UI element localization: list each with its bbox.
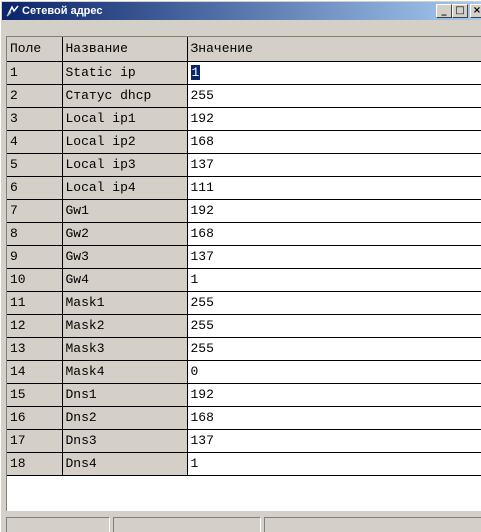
table-row[interactable]: 10 Gw4 1 <box>7 268 481 292</box>
table-row[interactable]: 1 Static ip 1 <box>7 61 481 85</box>
row-value-cell[interactable]: 0 <box>187 360 481 384</box>
row-value-cell[interactable]: 137 <box>187 245 481 269</box>
row-field-number: 10 <box>7 268 63 292</box>
row-value-cell[interactable]: 1 <box>187 452 481 476</box>
row-name: Mask1 <box>62 291 188 315</box>
row-field-number: 9 <box>7 245 63 269</box>
row-value-cell[interactable]: 111 <box>187 176 481 200</box>
row-field-number: 13 <box>7 337 63 361</box>
row-name: Gw3 <box>62 245 188 269</box>
row-field-number: 18 <box>7 452 63 476</box>
table-row[interactable]: 8 Gw2 168 <box>7 222 481 246</box>
close-icon: × <box>472 5 481 16</box>
table-row[interactable]: 2 Статус dhcp 255 <box>7 84 481 108</box>
row-name: Gw1 <box>62 199 188 223</box>
row-field-number: 15 <box>7 383 63 407</box>
table-row[interactable]: 9 Gw3 137 <box>7 245 481 269</box>
row-value-cell[interactable]: 168 <box>187 130 481 154</box>
maximize-button[interactable]: □ <box>452 4 468 18</box>
table-row[interactable]: 13 Mask3 255 <box>7 337 481 361</box>
row-name: Dns3 <box>62 429 188 453</box>
row-field-number: 2 <box>7 84 63 108</box>
table-row[interactable]: 3 Local ip1 192 <box>7 107 481 131</box>
table-row[interactable]: 12 Mask2 255 <box>7 314 481 338</box>
selected-value[interactable]: 1 <box>190 64 201 80</box>
row-name: Local ip3 <box>62 153 188 177</box>
row-field-number: 7 <box>7 199 63 223</box>
row-name: Local ip2 <box>62 130 188 154</box>
row-field-number: 17 <box>7 429 63 453</box>
table-row[interactable]: 14 Mask4 0 <box>7 360 481 384</box>
maximize-icon: □ <box>455 5 465 16</box>
app-icon <box>6 5 19 17</box>
row-field-number: 16 <box>7 406 63 430</box>
table-row[interactable]: 6 Local ip4 111 <box>7 176 481 200</box>
row-name: Dns1 <box>62 383 188 407</box>
table-row[interactable]: 5 Local ip3 137 <box>7 153 481 177</box>
table-row[interactable]: 7 Gw1 192 <box>7 199 481 223</box>
row-value-cell[interactable]: 192 <box>187 199 481 223</box>
status-panel-2 <box>113 517 261 532</box>
row-name: Mask2 <box>62 314 188 338</box>
row-value-cell[interactable]: 1 <box>187 61 481 85</box>
row-field-number: 12 <box>7 314 63 338</box>
row-value-cell[interactable]: 192 <box>187 383 481 407</box>
row-name: Gw4 <box>62 268 188 292</box>
header-name[interactable]: Название <box>62 37 188 62</box>
row-field-number: 3 <box>7 107 63 131</box>
header-value[interactable]: Значение <box>187 37 481 62</box>
row-value-cell[interactable]: 1 <box>187 268 481 292</box>
row-name: Статус dhcp <box>62 84 188 108</box>
row-field-number: 11 <box>7 291 63 315</box>
close-button[interactable]: × <box>470 4 481 18</box>
table-row[interactable]: 11 Mask1 255 <box>7 291 481 315</box>
table-row[interactable]: 15 Dns1 192 <box>7 383 481 407</box>
row-field-number: 6 <box>7 176 63 200</box>
status-panel-1 <box>6 517 110 532</box>
network-address-window: Сетевой адрес _ □ × Поле Название Значен… <box>0 0 481 532</box>
window-title: Сетевой адрес <box>22 5 103 17</box>
row-value-cell[interactable]: 168 <box>187 222 481 246</box>
minimize-button[interactable]: _ <box>436 4 452 18</box>
row-value-cell[interactable]: 255 <box>187 314 481 338</box>
row-field-number: 5 <box>7 153 63 177</box>
row-name: Mask3 <box>62 337 188 361</box>
row-name: Dns4 <box>62 452 188 476</box>
row-value-cell[interactable]: 137 <box>187 153 481 177</box>
header-field[interactable]: Поле <box>7 37 63 62</box>
row-name: Mask4 <box>62 360 188 384</box>
row-value-cell[interactable]: 137 <box>187 429 481 453</box>
row-name: Dns2 <box>62 406 188 430</box>
row-field-number: 4 <box>7 130 63 154</box>
title-bar[interactable]: Сетевой адрес _ □ × <box>2 2 481 20</box>
row-name: Local ip1 <box>62 107 188 131</box>
row-name: Local ip4 <box>62 176 188 200</box>
row-value-cell[interactable]: 192 <box>187 107 481 131</box>
table-row[interactable]: 4 Local ip2 168 <box>7 130 481 154</box>
table-row[interactable]: 17 Dns3 137 <box>7 429 481 453</box>
row-field-number: 8 <box>7 222 63 246</box>
row-field-number: 14 <box>7 360 63 384</box>
row-field-number: 1 <box>7 61 63 85</box>
row-value-cell[interactable]: 168 <box>187 406 481 430</box>
row-value-cell[interactable]: 255 <box>187 291 481 315</box>
status-bar <box>1 517 481 532</box>
row-value-cell[interactable]: 255 <box>187 337 481 361</box>
status-panel-3 <box>264 517 481 532</box>
grid-header-row: Поле Название Значение <box>7 37 481 62</box>
row-value-cell[interactable]: 255 <box>187 84 481 108</box>
table-row[interactable]: 18 Dns4 1 <box>7 452 481 476</box>
row-name: Gw2 <box>62 222 188 246</box>
minimize-icon: _ <box>441 5 447 16</box>
row-name: Static ip <box>62 61 188 85</box>
data-grid[interactable]: Поле Название Значение 1 Static ip 1 2 Стату… <box>6 36 481 511</box>
table-row[interactable]: 16 Dns2 168 <box>7 406 481 430</box>
